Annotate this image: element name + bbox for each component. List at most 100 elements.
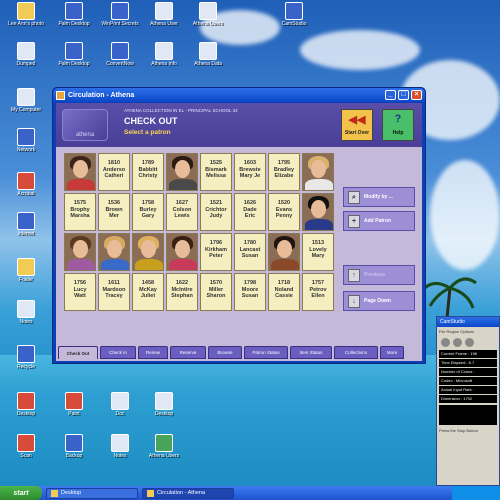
patron-photo-tile[interactable] xyxy=(132,233,164,271)
desktop-icon[interactable]: Scan xyxy=(4,434,48,459)
tab-patron-status[interactable]: Patron Status xyxy=(244,346,288,359)
patron-tile[interactable]: 1521 Crichtor Judy xyxy=(200,193,232,231)
tab-more[interactable]: More xyxy=(380,346,404,359)
shortcut-icon xyxy=(65,42,83,60)
tab-browse[interactable]: Browse xyxy=(208,346,242,359)
desktop-icon[interactable]: Notes xyxy=(4,300,48,325)
patron-grid: 1810 Anderso Catheri 1789 Babbitt Christy 1525… xyxy=(64,153,334,311)
desktop-icon[interactable]: CamStudio xyxy=(272,2,316,27)
record-icon[interactable] xyxy=(441,338,450,347)
patron-photo-tile[interactable] xyxy=(166,153,198,191)
patron-tile[interactable]: 1757 Petrov Ellen xyxy=(302,273,334,311)
camstudio-stats: Current Frame : 196 Time Elapsed : 6.7 Num… xyxy=(437,350,499,403)
camstudio-title[interactable]: CamStudio xyxy=(437,317,499,327)
desktop-icon[interactable]: Doc xyxy=(98,392,142,417)
desktop-icon[interactable]: Dumped xyxy=(4,42,48,67)
patron-tile[interactable]: 1525 Bismark Melissa xyxy=(200,153,232,191)
patron-tile[interactable]: 1789 Babbitt Christy xyxy=(132,153,164,191)
patron-photo-tile[interactable] xyxy=(64,233,96,271)
patron-tile[interactable]: 1458 McKay Juliet xyxy=(132,273,164,311)
taskbar-items: Desktop Circulation - Athena xyxy=(46,487,234,499)
cloud xyxy=(430,160,500,270)
patron-photo-tile[interactable] xyxy=(268,233,300,271)
shortcut-icon xyxy=(111,2,129,20)
tab-reserve[interactable]: Reserve xyxy=(170,346,206,359)
patron-tile[interactable]: 1756 Lucy Watt xyxy=(64,273,96,311)
patron-tile[interactable]: 1798 Moore Susan xyxy=(234,273,266,311)
patron-photo-tile[interactable] xyxy=(98,233,130,271)
patron-tile[interactable]: 1795 Bradley Elizabe xyxy=(268,153,300,191)
maximize-button[interactable]: □ xyxy=(398,90,409,100)
patron-tile[interactable]: 1575 Brophy Marsha xyxy=(64,193,96,231)
patron-face xyxy=(141,240,156,258)
minimize-button[interactable]: _ xyxy=(385,90,396,100)
stop-icon[interactable] xyxy=(465,338,474,347)
desktop-icon[interactable]: Recycle xyxy=(4,345,48,370)
patron-tile[interactable]: 1627 Colson Lewis xyxy=(166,193,198,231)
desktop-icon[interactable]: Lee Ann's photo xyxy=(4,2,48,27)
desktop-icon[interactable]: Desktop xyxy=(142,392,186,417)
close-button[interactable]: × xyxy=(411,90,422,100)
tab-bar: Check Out Check In Renew Reserve Browse Patro… xyxy=(56,346,422,360)
patron-tile[interactable]: 1718 Noland Cassie xyxy=(268,273,300,311)
modify-button[interactable]: ⌕ Modify by ... xyxy=(343,187,415,207)
previous-button[interactable]: ↑ Previous xyxy=(343,265,415,285)
patron-name: Mary xyxy=(311,253,325,259)
patron-tile[interactable]: 1603 Brewste Mary Je xyxy=(234,153,266,191)
pause-icon[interactable] xyxy=(453,338,462,347)
title-bar[interactable]: Circulation - Athena _ □ × xyxy=(53,88,425,102)
patron-photo-tile[interactable] xyxy=(302,193,334,231)
desktop-icon[interactable]: Acrobat xyxy=(4,172,48,197)
desktop-icon[interactable]: Network xyxy=(4,128,48,153)
help-button[interactable]: ? Help xyxy=(382,109,414,141)
desktop-icon[interactable]: Notes xyxy=(98,434,142,459)
desktop-icon[interactable]: Athena Users xyxy=(142,434,186,459)
patron-tile[interactable]: 1520 Evans Penny xyxy=(268,193,300,231)
patron-tile[interactable]: 1810 Anderso Catheri xyxy=(98,153,130,191)
tab-check-in[interactable]: Check In xyxy=(100,346,136,359)
desktop-icon[interactable]: Palm Desktop xyxy=(52,2,96,27)
patron-tile[interactable]: 1622 McIntire Stephan xyxy=(166,273,198,311)
patron-photo-tile[interactable] xyxy=(166,233,198,271)
patron-tile[interactable]: 1780 Lancast Susan xyxy=(234,233,266,271)
start-over-button[interactable]: ◀◀ Start Over xyxy=(341,109,373,141)
desktop-icon[interactable]: Internet xyxy=(4,212,48,237)
tab-renew[interactable]: Renew xyxy=(138,346,168,359)
page-down-button[interactable]: ↓ Page Down xyxy=(343,291,415,311)
patron-tile[interactable]: 1536 Brown Mer xyxy=(98,193,130,231)
patron-tile[interactable]: 1611 Mardson Tracey xyxy=(98,273,130,311)
desktop-icon[interactable]: WinPrint Secrets xyxy=(98,2,142,27)
start-button[interactable]: start xyxy=(0,486,42,500)
taskbar-item[interactable]: Desktop xyxy=(46,487,138,499)
desktop-icon[interactable]: ConvertNow xyxy=(98,42,142,67)
previous-label: Previous xyxy=(364,272,386,278)
tab-collections[interactable]: Collections xyxy=(334,346,378,359)
patron-photo-tile[interactable] xyxy=(64,153,96,191)
taskbar-item[interactable]: Circulation - Athena xyxy=(142,487,234,499)
desktop-icon[interactable]: Athena Info xyxy=(142,42,186,67)
desktop-icon[interactable]: My Computer xyxy=(4,88,48,113)
patron-name: Lewis xyxy=(174,213,190,219)
camstudio-stat-row: Codec : Microsoft xyxy=(439,377,497,385)
camstudio-menu[interactable]: File Region Options xyxy=(437,327,499,336)
shortcut-icon xyxy=(155,392,173,410)
desktop-icon[interactable]: Athena User xyxy=(142,2,186,27)
patron-tile[interactable]: 1513 Lovely Mary xyxy=(302,233,334,271)
desktop-icon[interactable]: Athena Users xyxy=(186,2,230,27)
patron-tile[interactable]: 1758 Burley Gary xyxy=(132,193,164,231)
desktop-icon[interactable]: Paint xyxy=(52,392,96,417)
tab-item-status[interactable]: Item Status xyxy=(290,346,332,359)
desktop-icon[interactable]: Folder xyxy=(4,258,48,283)
desktop-icon[interactable]: Athena Data xyxy=(186,42,230,67)
patron-tile[interactable]: 1626 Dade Eric xyxy=(234,193,266,231)
patron-tile[interactable]: 1570 Miller Sharon xyxy=(200,273,232,311)
patron-name: Sharon xyxy=(206,293,226,299)
desktop-icon[interactable]: Backup xyxy=(52,434,96,459)
desktop-icon[interactable]: Palm Desktop xyxy=(52,42,96,67)
patron-photo-tile[interactable] xyxy=(302,153,334,191)
add-patron-button[interactable]: + Add Patron xyxy=(343,211,415,231)
patron-tile[interactable]: 1796 Kirkham Peter xyxy=(200,233,232,271)
shortcut-icon xyxy=(17,2,35,20)
tab-check-out[interactable]: Check Out xyxy=(58,346,98,359)
desktop-icon[interactable]: Desktop xyxy=(4,392,48,417)
